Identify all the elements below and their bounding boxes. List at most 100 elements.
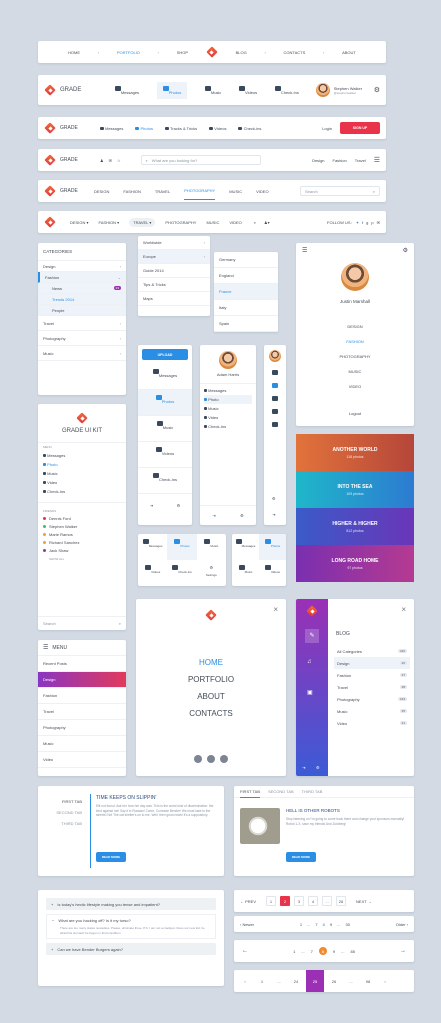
faq-question-2[interactable]: − What are you hacking off? Is it my tors… (52, 918, 210, 923)
dropdown-europe[interactable]: Europe › (138, 250, 210, 264)
hamburger-icon[interactable]: ☰ (43, 644, 48, 651)
vtab-first[interactable]: FIRST TAB (38, 796, 82, 807)
logo-icon[interactable] (44, 185, 56, 197)
music-icon[interactable]: ♫ (307, 659, 312, 665)
facebook-icon[interactable] (207, 755, 215, 763)
nav-music[interactable]: MUSIC (229, 189, 242, 194)
page-85[interactable]: 85 (350, 949, 354, 954)
star-icon[interactable]: ☆ (117, 158, 121, 163)
page-98[interactable]: 98 (361, 976, 375, 986)
instagram-icon[interactable] (220, 755, 229, 763)
nav-shop[interactable]: SHOP (177, 50, 188, 55)
kit-item-music[interactable]: Music (43, 469, 121, 478)
grid-videos[interactable]: Videos (259, 560, 286, 586)
sidebar-item-photo[interactable]: Photo (204, 395, 252, 404)
nav-fashion-dropdown[interactable]: FASHION ▾ (98, 220, 119, 225)
page-2[interactable]: 2 (280, 896, 291, 906)
blog-category-photography[interactable]: Photography 163 (334, 693, 410, 705)
page-26[interactable]: 26 (336, 896, 347, 906)
gear-icon[interactable]: ⚙ (403, 247, 408, 254)
edit-icon[interactable]: ✎ (305, 629, 319, 643)
upload-item-videos[interactable]: Videos (138, 442, 192, 468)
modal-link-home[interactable]: HOME (136, 654, 286, 671)
logo-icon[interactable] (306, 605, 318, 617)
page-1[interactable]: 1 (293, 949, 295, 954)
link-travel[interactable]: Travel (355, 158, 366, 163)
nav-design-dropdown[interactable]: DESIGN ▾ (70, 220, 88, 225)
nav-design[interactable]: DESIGN (94, 189, 109, 194)
logo-icon[interactable] (206, 46, 218, 58)
htab-second[interactable]: SECOND TAB (268, 789, 294, 794)
modal-link-portfolio[interactable]: PORTFOLIO (136, 671, 286, 688)
kit-item-messages[interactable]: Messages (43, 451, 121, 460)
nav-music[interactable]: MUSIC (206, 220, 219, 225)
grid-photos[interactable]: Photos (259, 534, 286, 560)
dropdown-guide[interactable]: Guide 2014 (138, 264, 210, 278)
menu-item-fashion[interactable]: Fashion (38, 688, 126, 704)
arrow-left-icon[interactable]: ← (242, 948, 248, 954)
dropdown-worldwide[interactable]: Worldwide › (138, 236, 210, 250)
nav-portfolio[interactable]: PORTFOLIO (117, 50, 140, 55)
category-photography[interactable]: Photography › (38, 331, 126, 346)
signup-button[interactable]: SIGN UP (340, 122, 380, 134)
nav-photos[interactable]: Photos (135, 126, 153, 131)
dropdown-spain[interactable]: Spain (214, 316, 278, 332)
page-24[interactable]: 24 (289, 976, 303, 986)
nav-messages[interactable]: Messages (100, 126, 123, 131)
menu-item-video[interactable]: Video (38, 752, 126, 768)
tab-messages[interactable]: Messages (114, 85, 139, 95)
next-button[interactable]: › (378, 976, 392, 986)
dropdown-france[interactable]: France (214, 284, 278, 300)
sidebar-item-messages[interactable]: Messages (204, 386, 252, 395)
nav-video[interactable]: VIDEO (229, 220, 241, 225)
dropdown-england[interactable]: England (214, 268, 278, 284)
nav-travel[interactable]: TRAVEL (155, 189, 170, 194)
category-music[interactable]: Music › (38, 346, 126, 361)
logo-icon[interactable] (44, 122, 56, 134)
close-icon[interactable]: × (273, 605, 278, 614)
friend-item[interactable]: Richard Sanchez (43, 539, 121, 547)
camera-icon[interactable] (272, 383, 278, 388)
dropdown-germany[interactable]: Germany (214, 252, 278, 268)
blog-category-travel[interactable]: Travel 38 (334, 681, 410, 693)
search-input[interactable]: Search ⌕ (300, 186, 380, 196)
menu-item-recent-posts[interactable]: Recent Posts (38, 656, 126, 672)
link-fashion[interactable]: Fashion (333, 158, 347, 163)
hamburger-icon[interactable]: ☰ (374, 156, 380, 164)
logo-icon[interactable] (44, 84, 56, 96)
show-all-link[interactable]: SHOW ALL (43, 555, 121, 563)
link-design[interactable]: Design (312, 158, 324, 163)
category-fashion[interactable]: Fashion ⌄ (38, 272, 126, 283)
logout-link[interactable]: Logout (296, 411, 414, 416)
grid-settings[interactable]: ⚙ Settings (197, 560, 226, 586)
page-9[interactable]: 9 (333, 949, 335, 954)
googleplus-icon[interactable]: g (366, 220, 368, 225)
logo-icon[interactable] (44, 154, 56, 166)
page-4[interactable]: 4 (308, 896, 319, 906)
logout-icon[interactable]: ⇥ (212, 513, 215, 518)
mail-icon[interactable]: ✉ (377, 220, 380, 225)
logo-icon[interactable] (44, 216, 56, 228)
category-design[interactable]: Design › (38, 261, 126, 272)
location-icon[interactable] (272, 422, 278, 427)
gallery-item[interactable]: INTO THE SEA 109 photos (296, 471, 414, 508)
chat-icon[interactable] (272, 370, 278, 375)
nav-contacts[interactable]: CONTACTS (284, 50, 306, 55)
sidebar-item-checkins[interactable]: Check-Ins (204, 422, 252, 431)
page-1[interactable]: 1 (266, 896, 277, 906)
sidebar-item-video[interactable]: Video (204, 413, 252, 422)
profile-link-music[interactable]: MUSIC (296, 364, 414, 379)
upload-button[interactable]: UPLOAD (142, 349, 188, 360)
nav-home[interactable]: HOME (68, 50, 80, 55)
nav-fashion[interactable]: FASHION (123, 189, 141, 194)
tab-checkins[interactable]: Check-Ins (274, 85, 299, 95)
faq-question-3[interactable]: + Can we have Bender Burgers again? (46, 943, 216, 955)
grid-messages[interactable]: Messages (138, 534, 167, 560)
vtab-third[interactable]: THIRD TAB (38, 818, 82, 829)
upload-item-messages[interactable]: Messages (138, 364, 192, 390)
category-trends[interactable]: Trends 2014 (38, 294, 126, 305)
friend-item[interactable]: Jack Shaw (43, 547, 121, 555)
facebook-icon[interactable]: f (362, 220, 363, 225)
gear-icon[interactable]: ⚙ (374, 86, 380, 94)
htab-first[interactable]: FIRST TAB (240, 786, 261, 798)
